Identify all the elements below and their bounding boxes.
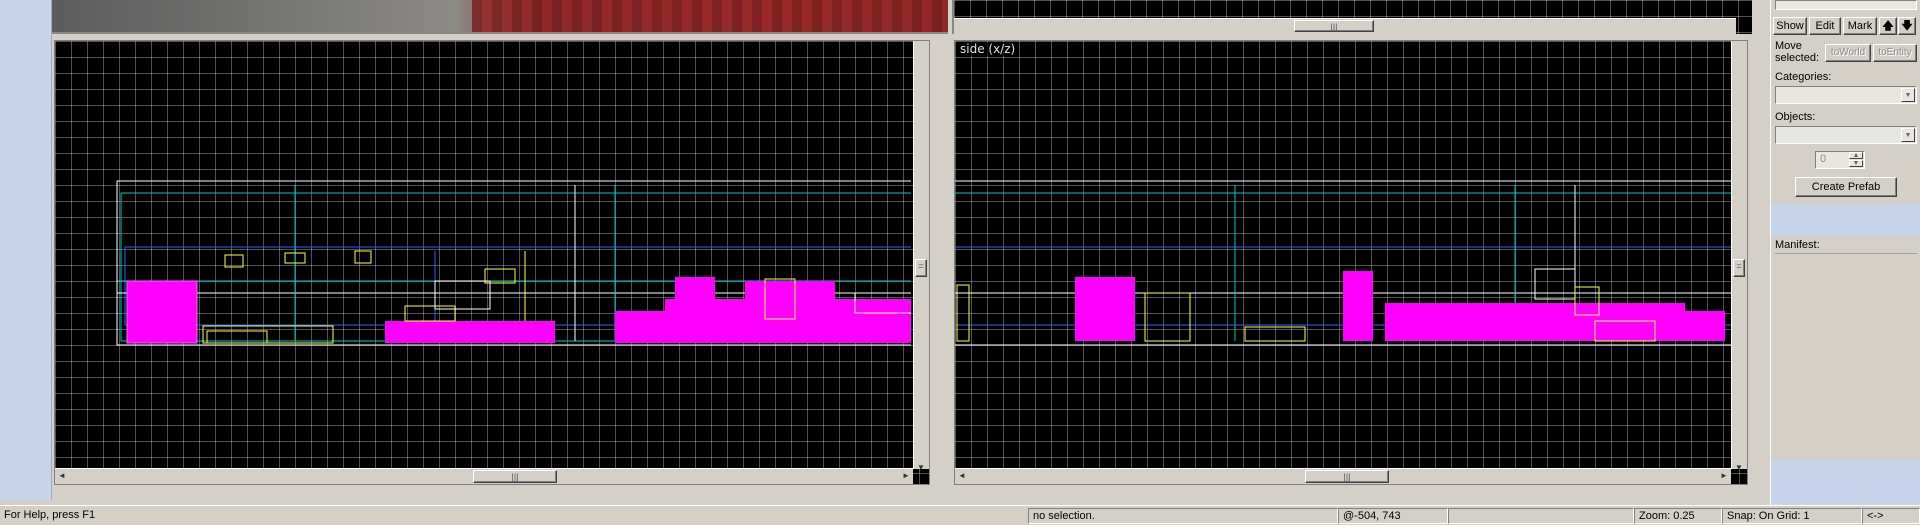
objects-dropdown[interactable]: ▼: [1775, 126, 1917, 144]
top-view-hscroll-thumb[interactable]: |||: [1294, 20, 1374, 32]
scroll-down-icon-2[interactable]: ▼: [1732, 461, 1746, 475]
chevron-down-icon-2[interactable]: ▼: [1901, 128, 1915, 142]
status-zoom: Zoom: 0.25: [1634, 508, 1722, 524]
mark-button[interactable]: Mark: [1843, 17, 1877, 35]
viewport-side[interactable]: ▼ = ◄ ► |||: [954, 40, 1748, 485]
status-snap: Snap: On Grid: 1: [1722, 508, 1862, 524]
scroll-left-icon[interactable]: ◄: [55, 469, 69, 483]
status-selection: no selection.: [1028, 508, 1338, 524]
front-view-hscrollbar[interactable]: ◄ ► |||: [55, 468, 913, 484]
camera-wall-texture: [472, 0, 948, 32]
status-coords: @-504, 743: [1338, 508, 1448, 524]
move-selected-label: Move selected:: [1775, 40, 1820, 64]
chevron-down-icon[interactable]: ▼: [1901, 88, 1915, 102]
top-field[interactable]: [1775, 0, 1917, 10]
manifest-label: Manifest:: [1775, 239, 1820, 251]
side-view-label[interactable]: side (x/z): [957, 42, 1019, 56]
viewport-front[interactable]: ▼ = ◄ ► |||: [54, 40, 930, 485]
spin-up-icon[interactable]: ▲: [1849, 152, 1863, 159]
status-blank: [1448, 508, 1634, 524]
object-tool-panel: Show Edit Mark 🡅 🡇 Move selected: toWorl…: [1770, 0, 1920, 508]
categories-label: Categories:: [1775, 71, 1832, 83]
front-view-geometry: [116, 180, 911, 346]
move-up-arrow-icon[interactable]: 🡅: [1879, 17, 1897, 35]
create-prefab-button[interactable]: Create Prefab: [1795, 177, 1897, 197]
status-bar: For Help, press F1 no selection. @-504, …: [0, 505, 1920, 525]
count-value: 0: [1820, 153, 1827, 165]
status-extra: <->: [1862, 508, 1920, 524]
to-world-button[interactable]: toWorld: [1825, 44, 1871, 62]
manifest-divider: [1775, 253, 1917, 254]
show-button[interactable]: Show: [1773, 17, 1807, 35]
edit-button[interactable]: Edit: [1809, 17, 1841, 35]
front-view-vscroll-thumb[interactable]: =: [915, 259, 927, 277]
scroll-left-icon-2[interactable]: ◄: [955, 469, 969, 483]
camera-3d-view[interactable]: [52, 0, 948, 34]
count-spinner[interactable]: 0 ▲ ▼: [1815, 151, 1865, 169]
to-entity-button[interactable]: toEntity: [1873, 44, 1917, 62]
categories-dropdown[interactable]: ▼: [1775, 86, 1917, 104]
side-view-geometry: [955, 180, 1731, 346]
status-help: For Help, press F1: [4, 509, 96, 521]
top-view-partial[interactable]: |||: [952, 0, 1752, 34]
move-down-arrow-icon[interactable]: 🡇: [1898, 17, 1916, 35]
scroll-right-icon[interactable]: ►: [899, 469, 913, 483]
side-view-hscroll-thumb[interactable]: |||: [1305, 470, 1389, 483]
objects-label: Objects:: [1775, 111, 1816, 123]
front-view-hscroll-thumb[interactable]: |||: [473, 470, 557, 483]
top-view-hscrollbar[interactable]: |||: [954, 18, 1736, 34]
side-view-vscrollbar[interactable]: ▼ =: [1731, 41, 1747, 472]
panel-blue-band: [1771, 204, 1920, 236]
front-view-vscrollbar[interactable]: ▼ =: [913, 41, 929, 472]
side-view-hscrollbar[interactable]: ◄ ► |||: [955, 468, 1731, 484]
scroll-down-icon[interactable]: ▼: [914, 461, 928, 475]
scroll-right-icon-2[interactable]: ►: [1717, 469, 1731, 483]
side-view-vscroll-thumb[interactable]: =: [1733, 259, 1745, 277]
panel-blue-bottom: [1771, 460, 1920, 508]
left-sidebar-strip: [0, 0, 52, 500]
spin-down-icon[interactable]: ▼: [1849, 160, 1863, 167]
